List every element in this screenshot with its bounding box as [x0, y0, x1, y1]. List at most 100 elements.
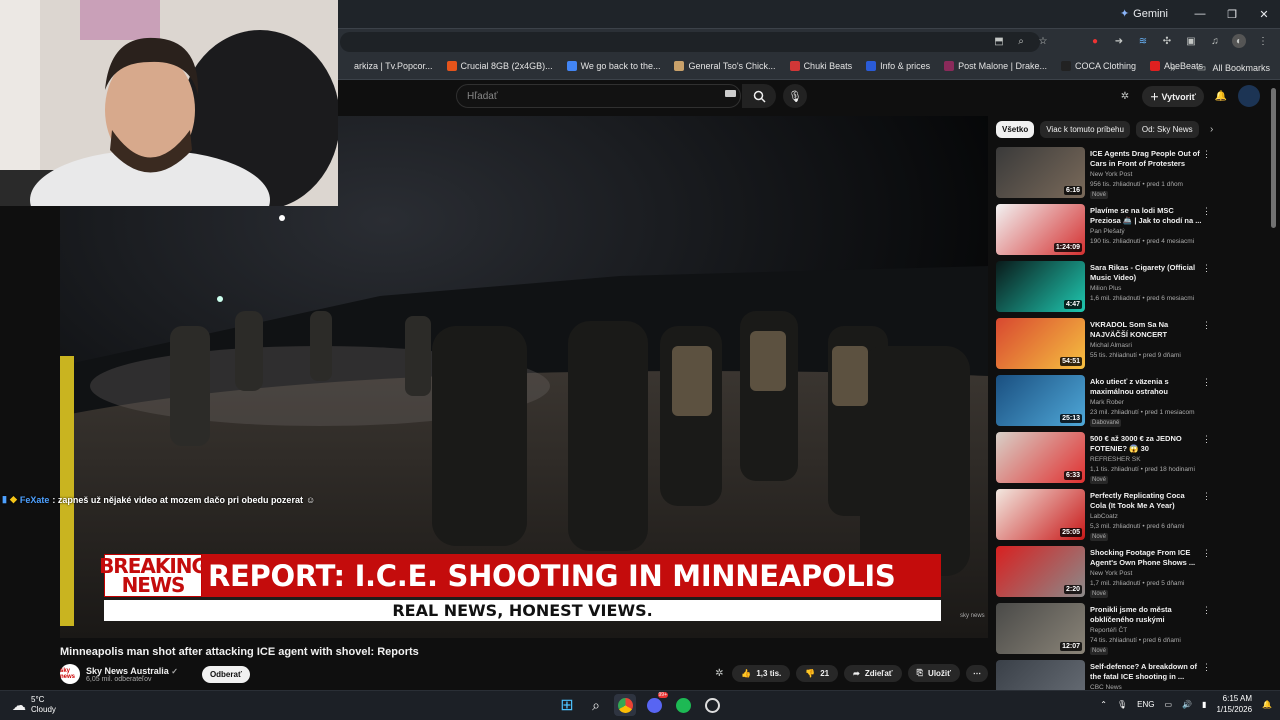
- extensions-puzzle-icon[interactable]: ✣: [1160, 34, 1174, 48]
- clock[interactable]: 6:15 AM 1/15/2026: [1216, 693, 1252, 715]
- start-button[interactable]: ⊞: [556, 694, 578, 716]
- video-thumbnail[interactable]: 25:05: [996, 489, 1085, 540]
- bookmark-item[interactable]: Info & prices: [866, 61, 930, 71]
- more-options-icon[interactable]: ⋮: [1202, 206, 1211, 217]
- zoom-icon[interactable]: ⌕: [1014, 34, 1028, 48]
- search-input[interactable]: Hľadať: [456, 84, 741, 108]
- video-thumbnail[interactable]: 6:33: [996, 432, 1085, 483]
- video-title[interactable]: Pronikli jsme do města obklíčeného ruský…: [1090, 605, 1202, 625]
- more-options-icon[interactable]: ⋮: [1202, 434, 1211, 445]
- more-options-icon[interactable]: ⋮: [1202, 263, 1211, 274]
- channel-name[interactable]: Sky News Australia: [86, 666, 169, 676]
- chip-all[interactable]: Všetko: [996, 121, 1035, 138]
- all-bookmarks-button[interactable]: ▭ All Bookmarks: [1194, 61, 1270, 75]
- close-button[interactable]: ✕: [1248, 0, 1280, 28]
- channel-avatar[interactable]: sky news: [60, 664, 80, 684]
- video-thumbnail[interactable]: 25:13: [996, 375, 1085, 426]
- weather-widget[interactable]: ☁ 5°C Cloudy: [12, 695, 56, 715]
- recommended-video[interactable]: 6:33 500 € až 3000 € za JEDNO FOTENIE? 😱 …: [996, 432, 1216, 486]
- bookmark-item[interactable]: Chuki Beats: [789, 61, 852, 71]
- more-bookmarks-icon[interactable]: »: [1166, 61, 1180, 75]
- chip-from-channel[interactable]: Od: Sky News: [1135, 121, 1199, 138]
- spotify-taskbar-icon[interactable]: [672, 694, 694, 716]
- channel-name[interactable]: Reportéři ČT: [1090, 627, 1127, 634]
- more-options-icon[interactable]: ⋮: [1202, 662, 1211, 673]
- notification-icon[interactable]: 🔔: [1262, 700, 1272, 709]
- tray-chevron-icon[interactable]: ⌃: [1100, 700, 1107, 709]
- page-scrollbar[interactable]: [1271, 88, 1276, 228]
- channel-name[interactable]: Michal Almasri: [1090, 342, 1132, 349]
- more-options-icon[interactable]: ⋮: [1202, 377, 1211, 388]
- more-options-icon[interactable]: ⋮: [1202, 548, 1211, 559]
- browser-menu-icon[interactable]: ⋮: [1256, 34, 1270, 48]
- gemini-button[interactable]: ✦ Gemini: [1120, 7, 1168, 21]
- video-thumbnail[interactable]: 54:51: [996, 318, 1085, 369]
- channel-name[interactable]: Pan Plešatý: [1090, 228, 1125, 235]
- search-taskbar-icon[interactable]: ⌕: [585, 694, 607, 716]
- discord-taskbar-icon[interactable]: 99+: [643, 692, 668, 716]
- notifications-bell-icon[interactable]: 🔔: [1214, 89, 1228, 103]
- bookmark-item[interactable]: We go back to the...: [566, 61, 660, 71]
- recommended-video[interactable]: 1:24:09 Plavíme se na lodi MSC Preziosa 🚢…: [996, 204, 1216, 258]
- like-button[interactable]: 👍 1,3 tis.: [732, 664, 791, 682]
- video-thumbnail[interactable]: 4:47: [996, 261, 1085, 312]
- bookmark-item[interactable]: General Tso's Chick...: [674, 61, 776, 71]
- install-app-icon[interactable]: ⬒: [992, 34, 1006, 48]
- channel-name[interactable]: REFRESHER SK: [1090, 456, 1141, 463]
- extension-arrow-icon[interactable]: ➜: [1112, 34, 1126, 48]
- dislike-button[interactable]: 👎 21: [796, 664, 839, 682]
- video-title[interactable]: Shocking Footage From ICE Agent's Own Ph…: [1090, 548, 1202, 568]
- extension-red-icon[interactable]: ●: [1088, 34, 1102, 48]
- channel-name[interactable]: New York Post: [1090, 171, 1132, 178]
- yt-extension-icon[interactable]: ✲: [1118, 89, 1132, 103]
- channel-name[interactable]: LabCoatz: [1090, 513, 1118, 520]
- battery-icon[interactable]: ▮: [1202, 700, 1206, 709]
- video-title[interactable]: Plavíme se na lodi MSC Preziosa 🚢 | Jak …: [1090, 206, 1202, 226]
- recommended-video[interactable]: 54:51 VKRADOL Som Sa Na NAJVÄČŠÍ KONCERT …: [996, 318, 1216, 372]
- recommended-video[interactable]: 6:16 ICE Agents Drag People Out of Cars i…: [996, 147, 1216, 201]
- display-tray-icon[interactable]: ▭: [1165, 700, 1173, 709]
- video-title[interactable]: Sara Rikas - Cigarety (Official Music Vi…: [1090, 263, 1202, 283]
- more-actions-button[interactable]: ⋯: [966, 664, 988, 682]
- language-indicator[interactable]: ENG: [1137, 700, 1154, 709]
- video-title[interactable]: Perfectly Replicating Coca Cola (It Took…: [1090, 491, 1202, 511]
- video-title[interactable]: ICE Agents Drag People Out of Cars in Fr…: [1090, 149, 1202, 169]
- video-thumbnail[interactable]: 12:07: [996, 603, 1085, 654]
- video-title[interactable]: 500 € až 3000 € za JEDNO FOTENIE? 😱 30 (…: [1090, 434, 1202, 454]
- bookmark-item[interactable]: arkiza | Tv.Popcor...: [340, 61, 433, 71]
- keyboard-icon[interactable]: [725, 90, 736, 97]
- voice-search-button[interactable]: 🎙: [783, 84, 807, 108]
- recommended-video[interactable]: 4:47 Sara Rikas - Cigarety (Official Musi…: [996, 261, 1216, 315]
- video-thumbnail[interactable]: 6:16: [996, 147, 1085, 198]
- channel-name[interactable]: New York Post: [1090, 570, 1132, 577]
- extension-wave-icon[interactable]: ≋: [1136, 34, 1150, 48]
- channel-name[interactable]: Mark Rober: [1090, 399, 1124, 406]
- bookmark-item[interactable]: Post Malone | Drake...: [944, 61, 1047, 71]
- profile-avatar-icon[interactable]: ◐: [1232, 34, 1246, 48]
- microphone-tray-icon[interactable]: 🎙: [1117, 700, 1127, 709]
- more-options-icon[interactable]: ⋮: [1202, 605, 1211, 616]
- video-title[interactable]: Ako utiecť z väzenia s maximálnou ostrah…: [1090, 377, 1202, 397]
- video-title[interactable]: VKRADOL Som Sa Na NAJVÄČŠÍ KONCERT SEPAR…: [1090, 320, 1202, 340]
- video-thumbnail[interactable]: 1:24:09: [996, 204, 1085, 255]
- video-title[interactable]: Self-defence? A breakdown of the fatal I…: [1090, 662, 1202, 682]
- chrome-taskbar-icon[interactable]: [614, 694, 636, 716]
- video-thumbnail[interactable]: 2:20: [996, 546, 1085, 597]
- extension-action-icon[interactable]: ✲: [712, 666, 726, 680]
- subscribe-button[interactable]: Odberať: [201, 665, 250, 683]
- volume-icon[interactable]: 🔊: [1182, 700, 1192, 709]
- save-button[interactable]: ⎘ Uložiť: [907, 664, 960, 682]
- more-options-icon[interactable]: ⋮: [1202, 149, 1211, 160]
- tab-strip[interactable]: [340, 0, 1130, 28]
- more-options-icon[interactable]: ⋮: [1202, 320, 1211, 331]
- chevron-right-icon[interactable]: ›: [1205, 123, 1219, 137]
- address-bar[interactable]: [340, 32, 1040, 52]
- bookmark-item[interactable]: COCA Clothing: [1061, 61, 1136, 71]
- bookmark-item[interactable]: Crucial 8GB (2x4GB)...: [446, 61, 553, 71]
- more-options-icon[interactable]: ⋮: [1202, 491, 1211, 502]
- search-button[interactable]: [742, 84, 776, 108]
- minimize-button[interactable]: —: [1184, 0, 1216, 28]
- bookmark-star-icon[interactable]: ☆: [1036, 34, 1050, 48]
- recommended-video[interactable]: 12:07 Pronikli jsme do města obklíčeného …: [996, 603, 1216, 657]
- channel-name[interactable]: Milion Plus: [1090, 285, 1121, 292]
